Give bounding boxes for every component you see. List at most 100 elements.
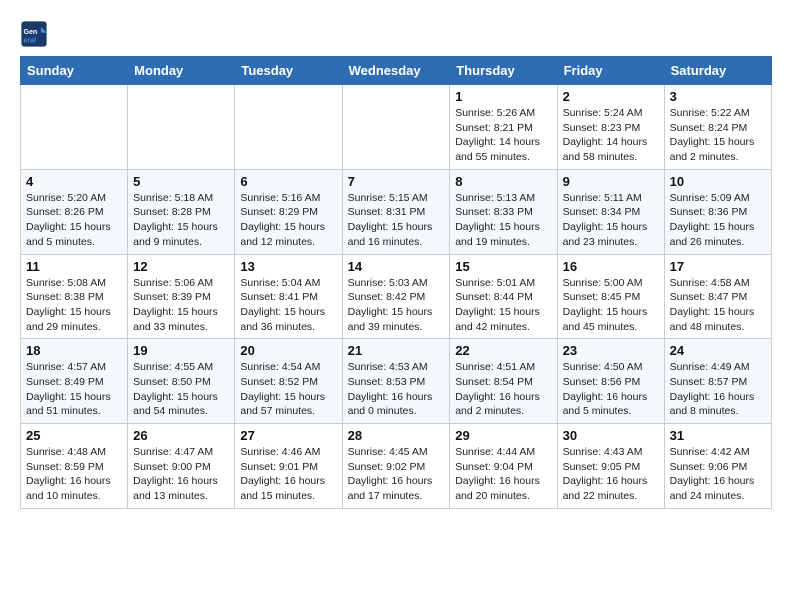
day-info: Sunrise: 5:03 AM Sunset: 8:42 PM Dayligh… [348,276,445,335]
calendar-cell: 27 Sunrise: 4:46 AM Sunset: 9:01 PM Dayl… [235,424,342,509]
calendar-cell: 23 Sunrise: 4:50 AM Sunset: 8:56 PM Dayl… [557,339,664,424]
day-number: 1 [455,89,551,104]
logo-icon: Gen eral [20,20,48,48]
day-info: Sunrise: 5:13 AM Sunset: 8:33 PM Dayligh… [455,191,551,250]
calendar-cell: 11 Sunrise: 5:08 AM Sunset: 8:38 PM Dayl… [21,254,128,339]
day-number: 14 [348,259,445,274]
weekday-header-tuesday: Tuesday [235,57,342,85]
day-number: 28 [348,428,445,443]
day-number: 26 [133,428,229,443]
day-info: Sunrise: 5:00 AM Sunset: 8:45 PM Dayligh… [563,276,659,335]
calendar-cell: 4 Sunrise: 5:20 AM Sunset: 8:26 PM Dayli… [21,169,128,254]
calendar-cell: 10 Sunrise: 5:09 AM Sunset: 8:36 PM Dayl… [664,169,771,254]
calendar-cell: 24 Sunrise: 4:49 AM Sunset: 8:57 PM Dayl… [664,339,771,424]
calendar-cell: 16 Sunrise: 5:00 AM Sunset: 8:45 PM Dayl… [557,254,664,339]
day-info: Sunrise: 5:20 AM Sunset: 8:26 PM Dayligh… [26,191,122,250]
day-number: 2 [563,89,659,104]
day-info: Sunrise: 5:04 AM Sunset: 8:41 PM Dayligh… [240,276,336,335]
day-number: 27 [240,428,336,443]
day-info: Sunrise: 5:09 AM Sunset: 8:36 PM Dayligh… [670,191,766,250]
day-number: 21 [348,343,445,358]
calendar-week-1: 1 Sunrise: 5:26 AM Sunset: 8:21 PM Dayli… [21,85,772,170]
calendar-cell: 14 Sunrise: 5:03 AM Sunset: 8:42 PM Dayl… [342,254,450,339]
weekday-header-monday: Monday [128,57,235,85]
calendar-cell: 3 Sunrise: 5:22 AM Sunset: 8:24 PM Dayli… [664,85,771,170]
day-info: Sunrise: 4:49 AM Sunset: 8:57 PM Dayligh… [670,360,766,419]
weekday-header-wednesday: Wednesday [342,57,450,85]
calendar-cell: 15 Sunrise: 5:01 AM Sunset: 8:44 PM Dayl… [450,254,557,339]
day-info: Sunrise: 4:47 AM Sunset: 9:00 PM Dayligh… [133,445,229,504]
day-info: Sunrise: 4:46 AM Sunset: 9:01 PM Dayligh… [240,445,336,504]
calendar-cell: 31 Sunrise: 4:42 AM Sunset: 9:06 PM Dayl… [664,424,771,509]
day-number: 19 [133,343,229,358]
day-info: Sunrise: 4:55 AM Sunset: 8:50 PM Dayligh… [133,360,229,419]
day-info: Sunrise: 5:18 AM Sunset: 8:28 PM Dayligh… [133,191,229,250]
calendar-cell: 22 Sunrise: 4:51 AM Sunset: 8:54 PM Dayl… [450,339,557,424]
calendar-week-4: 18 Sunrise: 4:57 AM Sunset: 8:49 PM Dayl… [21,339,772,424]
day-info: Sunrise: 4:54 AM Sunset: 8:52 PM Dayligh… [240,360,336,419]
calendar-week-3: 11 Sunrise: 5:08 AM Sunset: 8:38 PM Dayl… [21,254,772,339]
day-info: Sunrise: 4:58 AM Sunset: 8:47 PM Dayligh… [670,276,766,335]
calendar-cell: 7 Sunrise: 5:15 AM Sunset: 8:31 PM Dayli… [342,169,450,254]
day-info: Sunrise: 4:45 AM Sunset: 9:02 PM Dayligh… [348,445,445,504]
day-number: 25 [26,428,122,443]
calendar-cell: 5 Sunrise: 5:18 AM Sunset: 8:28 PM Dayli… [128,169,235,254]
calendar-cell: 13 Sunrise: 5:04 AM Sunset: 8:41 PM Dayl… [235,254,342,339]
calendar-cell: 19 Sunrise: 4:55 AM Sunset: 8:50 PM Dayl… [128,339,235,424]
day-info: Sunrise: 5:06 AM Sunset: 8:39 PM Dayligh… [133,276,229,335]
day-info: Sunrise: 5:22 AM Sunset: 8:24 PM Dayligh… [670,106,766,165]
day-info: Sunrise: 5:16 AM Sunset: 8:29 PM Dayligh… [240,191,336,250]
day-number: 6 [240,174,336,189]
day-number: 9 [563,174,659,189]
day-number: 20 [240,343,336,358]
logo: Gen eral [20,20,52,48]
day-number: 12 [133,259,229,274]
calendar-cell [21,85,128,170]
calendar-cell [342,85,450,170]
day-number: 3 [670,89,766,104]
weekday-header-sunday: Sunday [21,57,128,85]
day-number: 24 [670,343,766,358]
day-number: 17 [670,259,766,274]
calendar-cell [235,85,342,170]
svg-text:Gen: Gen [24,29,38,36]
weekday-header-saturday: Saturday [664,57,771,85]
calendar-week-5: 25 Sunrise: 4:48 AM Sunset: 8:59 PM Dayl… [21,424,772,509]
day-info: Sunrise: 5:11 AM Sunset: 8:34 PM Dayligh… [563,191,659,250]
day-number: 22 [455,343,551,358]
day-info: Sunrise: 4:48 AM Sunset: 8:59 PM Dayligh… [26,445,122,504]
calendar-cell: 18 Sunrise: 4:57 AM Sunset: 8:49 PM Dayl… [21,339,128,424]
day-number: 10 [670,174,766,189]
day-info: Sunrise: 4:51 AM Sunset: 8:54 PM Dayligh… [455,360,551,419]
day-number: 11 [26,259,122,274]
calendar-table: SundayMondayTuesdayWednesdayThursdayFrid… [20,56,772,509]
day-number: 4 [26,174,122,189]
day-number: 31 [670,428,766,443]
calendar-header-row: SundayMondayTuesdayWednesdayThursdayFrid… [21,57,772,85]
day-number: 18 [26,343,122,358]
page-header: Gen eral [20,20,772,48]
calendar-cell: 30 Sunrise: 4:43 AM Sunset: 9:05 PM Dayl… [557,424,664,509]
calendar-cell: 29 Sunrise: 4:44 AM Sunset: 9:04 PM Dayl… [450,424,557,509]
day-number: 7 [348,174,445,189]
day-number: 23 [563,343,659,358]
calendar-cell: 12 Sunrise: 5:06 AM Sunset: 8:39 PM Dayl… [128,254,235,339]
calendar-cell: 8 Sunrise: 5:13 AM Sunset: 8:33 PM Dayli… [450,169,557,254]
calendar-cell: 28 Sunrise: 4:45 AM Sunset: 9:02 PM Dayl… [342,424,450,509]
calendar-cell: 6 Sunrise: 5:16 AM Sunset: 8:29 PM Dayli… [235,169,342,254]
svg-text:eral: eral [24,37,37,44]
calendar-cell: 26 Sunrise: 4:47 AM Sunset: 9:00 PM Dayl… [128,424,235,509]
weekday-header-thursday: Thursday [450,57,557,85]
calendar-cell: 25 Sunrise: 4:48 AM Sunset: 8:59 PM Dayl… [21,424,128,509]
day-info: Sunrise: 4:43 AM Sunset: 9:05 PM Dayligh… [563,445,659,504]
day-info: Sunrise: 4:53 AM Sunset: 8:53 PM Dayligh… [348,360,445,419]
calendar-cell [128,85,235,170]
weekday-header-friday: Friday [557,57,664,85]
day-number: 13 [240,259,336,274]
day-number: 15 [455,259,551,274]
day-number: 30 [563,428,659,443]
day-info: Sunrise: 4:42 AM Sunset: 9:06 PM Dayligh… [670,445,766,504]
day-info: Sunrise: 4:57 AM Sunset: 8:49 PM Dayligh… [26,360,122,419]
calendar-cell: 1 Sunrise: 5:26 AM Sunset: 8:21 PM Dayli… [450,85,557,170]
day-info: Sunrise: 4:50 AM Sunset: 8:56 PM Dayligh… [563,360,659,419]
